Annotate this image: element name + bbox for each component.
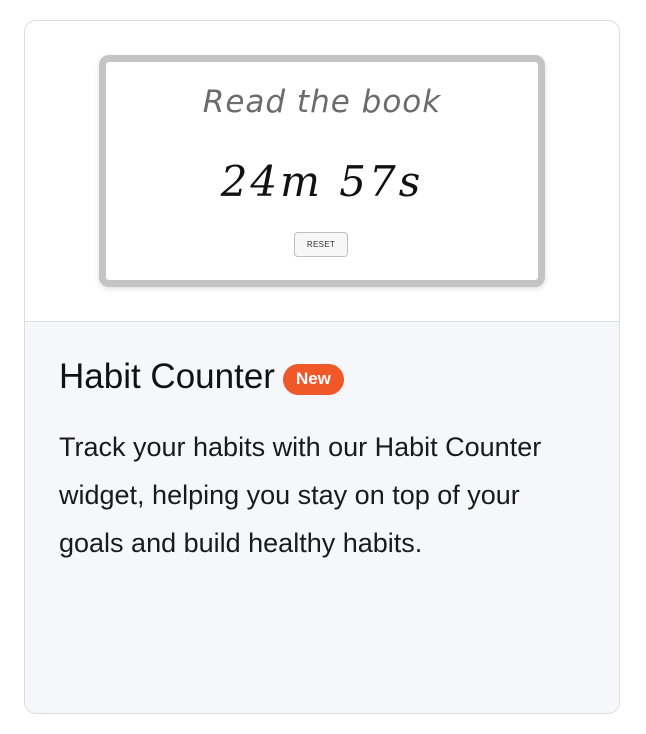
card-body: Habit Counter New Track your habits with… (59, 353, 589, 567)
card-description: Track your habits with our Habit Counter… (59, 432, 542, 558)
card-title[interactable]: Habit Counter (59, 357, 275, 397)
widget-habit-title: Read the book (202, 84, 442, 120)
reset-button: RESET (294, 232, 348, 257)
habit-counter-card[interactable]: Read the book 24m 57s RESET Habit Counte… (24, 20, 620, 714)
widget-preview: Read the book 24m 57s RESET (25, 21, 619, 322)
habit-widget-screenshot: Read the book 24m 57s RESET (99, 55, 545, 287)
widget-timer: 24m 57s (220, 157, 424, 206)
title-row: Habit Counter New (59, 353, 589, 401)
new-badge: New (282, 363, 344, 395)
